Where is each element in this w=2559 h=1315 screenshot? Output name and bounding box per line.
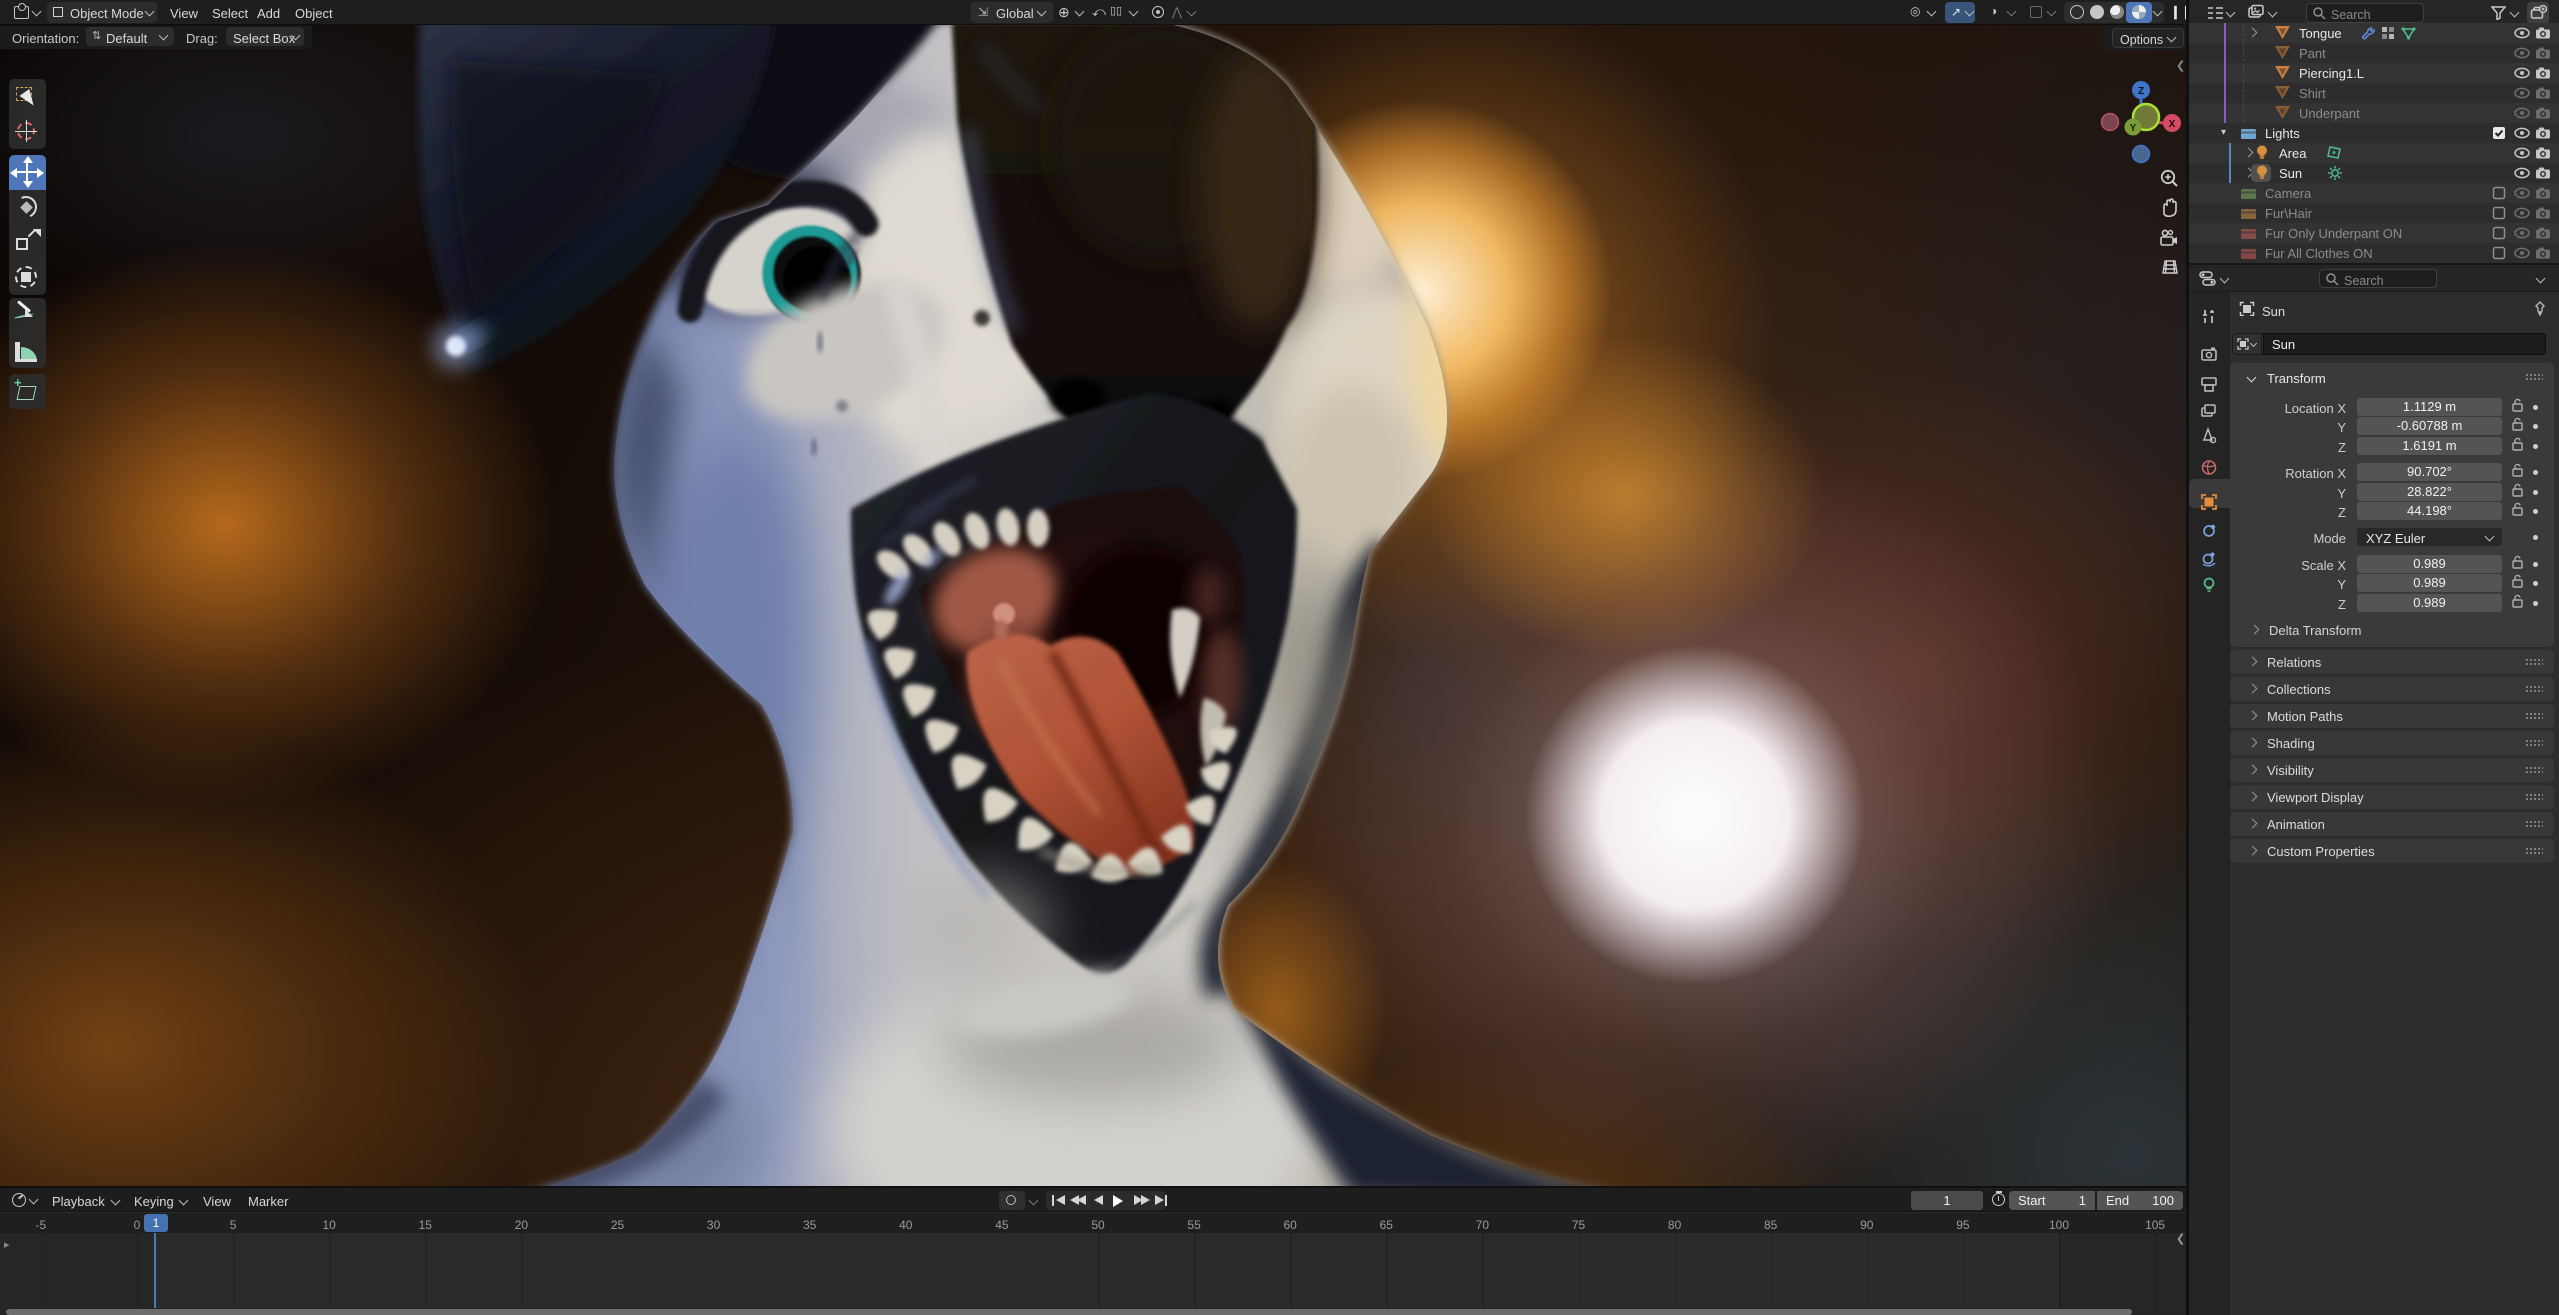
svg-text:Y: Y — [2130, 123, 2137, 134]
svg-text:X: X — [2169, 119, 2176, 130]
svg-text:Z: Z — [2138, 86, 2144, 97]
